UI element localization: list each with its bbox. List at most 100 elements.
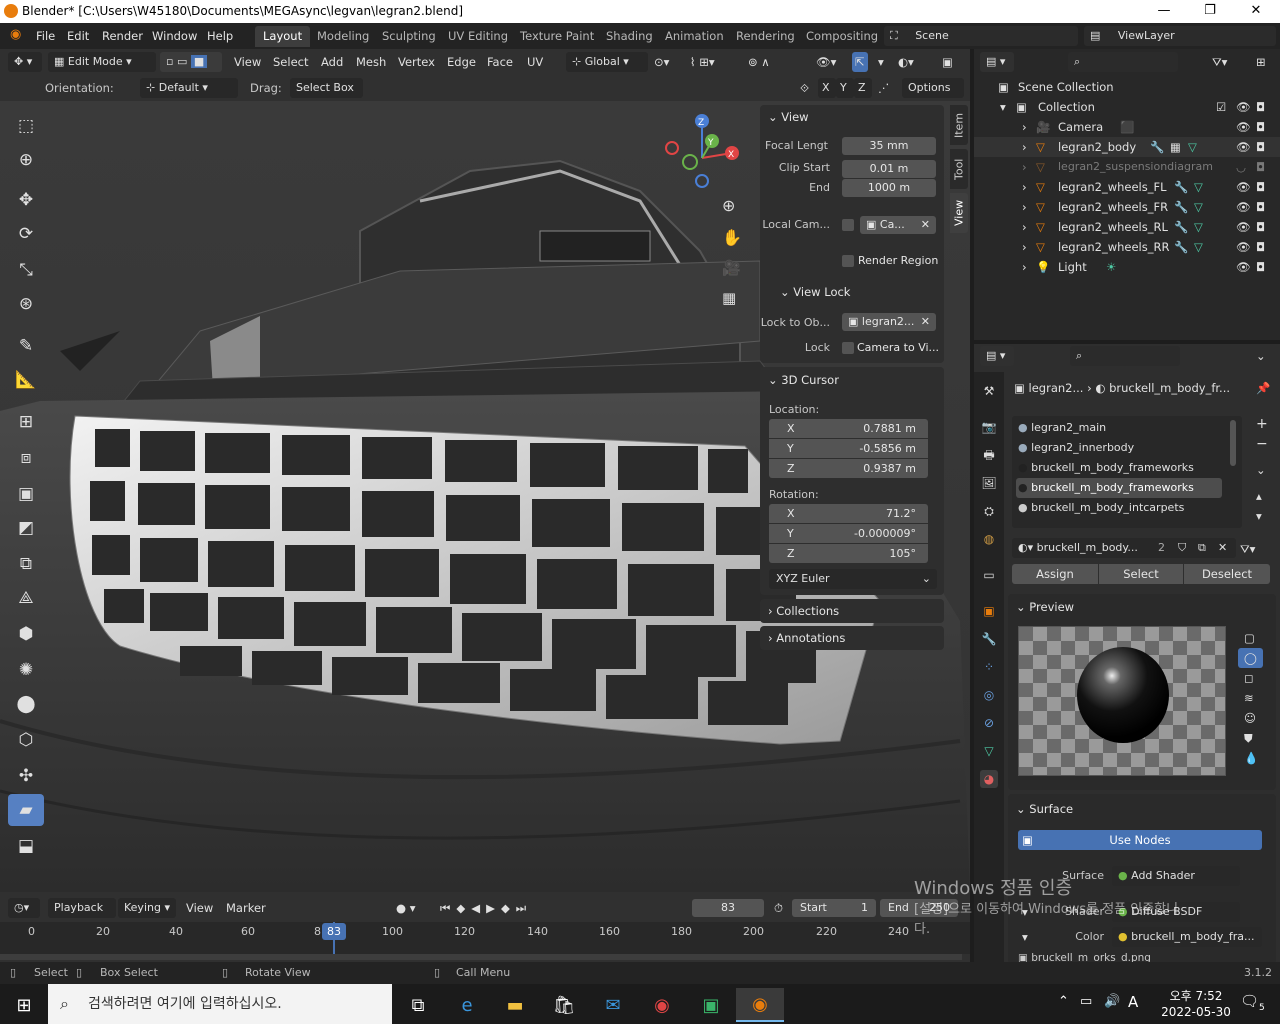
smooth-tool-icon[interactable]: ⬤ (8, 688, 44, 720)
minimize-button[interactable]: — (1141, 0, 1187, 23)
cursor-tool-icon[interactable]: ⊕ (8, 144, 44, 176)
material-icon[interactable]: ▦ (1170, 137, 1181, 157)
outliner-row-suspension[interactable]: › ▽ legran2_suspensiondiagram ◡ ◘ (974, 157, 1280, 177)
eye-icon[interactable]: 👁 (1236, 137, 1251, 157)
outliner-row-camera[interactable]: › 🎥 Camera ⬛ 👁 ◘ (974, 117, 1280, 137)
preview-sphere-icon[interactable]: ◯ (1238, 648, 1263, 668)
edge-browser-icon[interactable]: e (443, 988, 491, 1022)
3d-cursor-header[interactable]: ⌄ 3D Cursor (768, 373, 839, 387)
list-item-active[interactable]: ● bruckell_m_body_frameworks (1016, 478, 1222, 498)
surface-shader-field[interactable]: ● Add Shader (1112, 866, 1240, 886)
clear-icon[interactable]: ✕ (921, 216, 930, 234)
deselect-button[interactable]: Deselect (1184, 564, 1270, 584)
file-explorer-icon[interactable]: ▬ (491, 988, 539, 1022)
annotations-panel[interactable]: › Annotations (760, 626, 944, 650)
camera-render-icon[interactable]: ◘ (1256, 177, 1265, 197)
modifier-icon[interactable]: 🔧 (1174, 217, 1188, 237)
modifier-icon[interactable]: 🔧 (1174, 237, 1188, 257)
view-panel-header[interactable]: ⌄ View (768, 110, 809, 124)
move-down-icon[interactable]: ▾ (1256, 506, 1262, 526)
tab-view[interactable]: View (950, 193, 968, 233)
clip-start-field[interactable]: 0.01 m (842, 160, 936, 178)
jump-start-icon[interactable]: ⏮ (440, 901, 456, 915)
object-tab-icon[interactable]: ▣ (980, 602, 998, 620)
mail-icon[interactable]: ✉ (589, 988, 637, 1022)
tab-texture-paint[interactable]: Texture Paint (512, 26, 602, 47)
camera-render-icon[interactable]: ◘ (1256, 97, 1265, 117)
edge-select-icon[interactable]: ▭ (177, 55, 187, 68)
mesh-data-icon[interactable]: ▽ (1194, 217, 1203, 237)
list-item[interactable]: ● bruckell_m_body_frameworks (1018, 458, 1226, 478)
cursor-location-y[interactable]: Y -0.5856 m (769, 439, 928, 458)
menu-render[interactable]: Render (102, 29, 143, 43)
render-region-checkbox[interactable] (842, 255, 854, 267)
list-item[interactable]: ● bruckell_m_body_intcarpets (1018, 498, 1226, 518)
gizmo-toggle-icon[interactable]: ⇱ (852, 52, 868, 72)
clip-end-field[interactable]: 1000 m (842, 179, 936, 197)
edge-slide-tool-icon[interactable]: ⬡ (8, 724, 44, 756)
menu-view[interactable]: View (234, 52, 261, 72)
properties-search-input[interactable]: ⌕ (1070, 346, 1180, 366)
slot-menu-icon[interactable]: ⌄ (1256, 460, 1266, 480)
menu-vertex[interactable]: Vertex (398, 52, 435, 72)
measure-tool-icon[interactable]: 📐 (8, 364, 44, 396)
chrome-icon[interactable]: ◉ (638, 988, 686, 1022)
transform-orientation-selector[interactable]: ⊹ Global ▾ (566, 52, 648, 72)
scene-collection-row[interactable]: ▣ Scene Collection (974, 77, 1280, 97)
outliner-row-wheels-fl[interactable]: › ▽ legran2_wheels_FL 🔧 ▽ 👁 ◘ (974, 177, 1280, 197)
expand-icon[interactable]: › (1022, 137, 1027, 157)
gizmo-dropdown-icon[interactable]: ▾ (878, 52, 884, 72)
proportional-edit-icon[interactable]: ⊚ ∧ (748, 52, 770, 72)
spin-tool-icon[interactable]: ✺ (8, 654, 44, 686)
color-field[interactable]: ● bruckell_m_body_fra... (1112, 927, 1262, 947)
expand-icon[interactable]: › (1022, 217, 1027, 237)
physics-tab-icon[interactable]: ◎ (980, 686, 998, 704)
preview-cloth-icon[interactable]: ⛊ (1244, 728, 1253, 748)
editor-type-button[interactable]: ✥ ▾ (8, 52, 42, 72)
menu-window[interactable]: Window (152, 29, 197, 43)
list-scrollbar[interactable] (1230, 420, 1236, 466)
pivot-point-icon[interactable]: ⊙▾ (654, 52, 669, 72)
expand-icon[interactable]: ▾ (1000, 97, 1006, 117)
auto-merge-icon[interactable]: ⋰ (878, 78, 890, 98)
timeline-ruler[interactable]: 0 20 40 60 8 100 120 140 160 180 200 220… (0, 922, 970, 954)
app-icon[interactable]: ▣ (687, 988, 735, 1022)
modifier-icon[interactable]: 🔧 (1174, 197, 1188, 217)
preview-header[interactable]: ⌄ Preview (1016, 600, 1074, 614)
collections-panel[interactable]: › Collections (760, 599, 944, 623)
list-item[interactable]: ● legran2_main (1018, 418, 1226, 438)
material-browse-icon[interactable]: ◐▾ (1018, 541, 1037, 554)
surface-header[interactable]: ⌄ Surface (1016, 802, 1073, 816)
orientation-dropdown[interactable]: ⊹ Default ▾ (140, 78, 238, 98)
material-datablock[interactable]: ◐▾ bruckell_m_body... 2 ⛉ ⧉ ✕ (1012, 538, 1236, 558)
tool-tab-icon[interactable]: ⚒ (980, 382, 998, 400)
blender-taskbar-icon[interactable]: ◉ (736, 988, 784, 1022)
checkbox-icon[interactable]: ☑ (1216, 97, 1226, 117)
cursor-location-z[interactable]: Z 0.9387 m (769, 459, 928, 478)
expand-icon[interactable]: › (1022, 197, 1027, 217)
menu-add[interactable]: Add (321, 52, 343, 72)
mesh-data-icon[interactable]: ▽ (1194, 237, 1203, 257)
camera-render-icon[interactable]: ◘ (1256, 157, 1265, 177)
input-language[interactable]: A (1128, 993, 1138, 1011)
timeline-marker-menu[interactable]: Marker (226, 898, 266, 918)
mesh-data-icon[interactable]: ▽ (1188, 137, 1197, 157)
next-key-icon[interactable]: ◆ (501, 901, 516, 915)
focal-length-field[interactable]: 35 mm (842, 137, 936, 155)
outliner-row-wheels-rl[interactable]: › ▽ legran2_wheels_RL 🔧 ▽ 👁 ◘ (974, 217, 1280, 237)
mirror-x-toggle[interactable]: X (818, 78, 836, 98)
view-layer-selector[interactable]: ▤ ViewLayer (1084, 26, 1276, 46)
play-icon[interactable]: ▶ (486, 901, 501, 915)
modifier-icon[interactable]: 🔧 (1150, 137, 1164, 157)
current-frame-field[interactable]: 83 (692, 899, 764, 917)
camera-render-icon[interactable]: ◘ (1256, 217, 1265, 237)
tab-tool[interactable]: Tool (950, 149, 968, 189)
keying-menu[interactable]: Keying ▾ (118, 898, 176, 918)
menu-edit[interactable]: Edit (67, 29, 89, 43)
move-up-icon[interactable]: ▴ (1256, 486, 1262, 506)
camera-render-icon[interactable]: ◘ (1256, 137, 1265, 157)
scale-tool-icon[interactable]: ⤡ (8, 254, 44, 286)
preview-fluid-icon[interactable]: 💧 (1244, 748, 1258, 768)
tray-chevron-icon[interactable]: ⌃ (1058, 994, 1069, 1009)
eye-icon[interactable]: 👁 (1236, 117, 1251, 137)
